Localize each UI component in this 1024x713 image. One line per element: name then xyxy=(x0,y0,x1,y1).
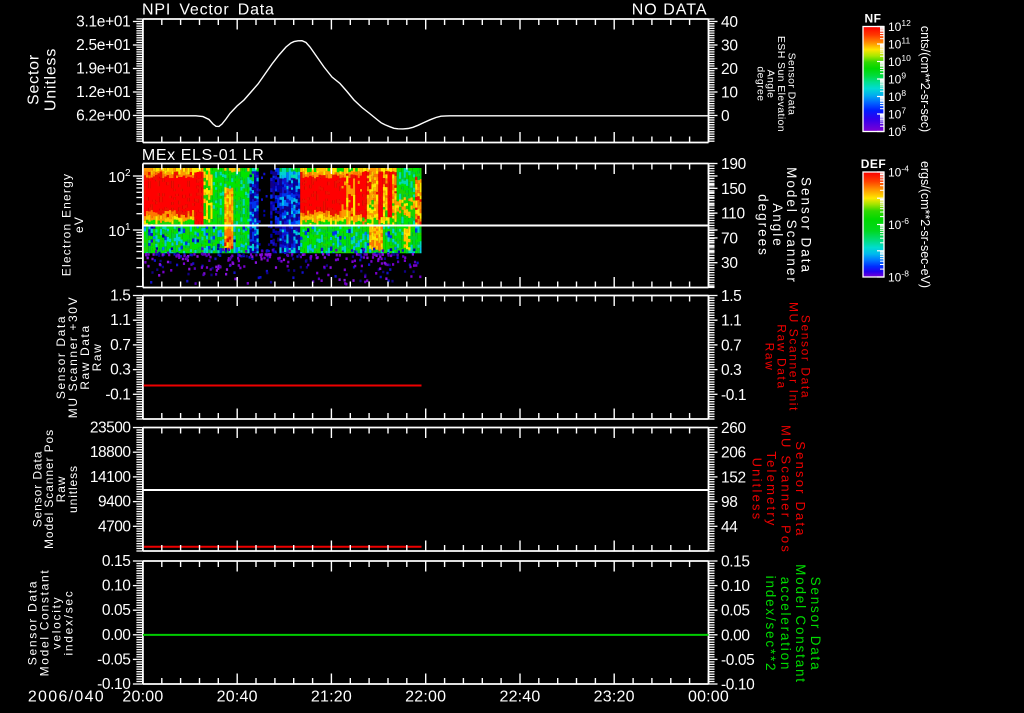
svg-text:DEF: DEF xyxy=(861,157,887,171)
svg-text:Angle: Angle xyxy=(770,203,785,248)
svg-text:0.05: 0.05 xyxy=(102,602,131,619)
svg-text:20:40: 20:40 xyxy=(217,689,258,706)
svg-text:206: 206 xyxy=(721,445,746,462)
svg-text:-0.05: -0.05 xyxy=(721,652,754,669)
svg-text:0.7: 0.7 xyxy=(110,337,130,354)
svg-text:1.1: 1.1 xyxy=(721,313,741,330)
svg-text:190: 190 xyxy=(721,156,747,173)
svg-text:Sector: Sector xyxy=(26,54,43,105)
svg-text:98: 98 xyxy=(721,494,737,511)
svg-text:1.5: 1.5 xyxy=(110,288,130,305)
svg-text:-0.1: -0.1 xyxy=(721,387,746,404)
svg-text:Telemetry: Telemetry xyxy=(764,451,779,527)
svg-text:70: 70 xyxy=(721,230,738,247)
svg-text:Unitless: Unitless xyxy=(43,48,60,111)
svg-text:index/sec**2: index/sec**2 xyxy=(763,576,778,673)
svg-text:30: 30 xyxy=(721,255,738,272)
svg-text:0.3: 0.3 xyxy=(721,362,741,379)
svg-text:2006/040: 2006/040 xyxy=(28,689,105,706)
svg-text:0.3: 0.3 xyxy=(110,362,130,379)
svg-text:cnts/(cm**2-sr-sec): cnts/(cm**2-sr-sec) xyxy=(918,26,932,132)
svg-text:9400: 9400 xyxy=(98,494,131,511)
svg-text:20:00: 20:00 xyxy=(122,689,163,706)
svg-text:unitless: unitless xyxy=(66,465,80,513)
svg-text:30: 30 xyxy=(721,38,738,55)
svg-text:44: 44 xyxy=(721,519,738,536)
svg-text:0: 0 xyxy=(721,108,730,125)
svg-text:degree: degree xyxy=(754,66,766,101)
svg-text:2.5e+01: 2.5e+01 xyxy=(76,37,130,54)
svg-text:22:40: 22:40 xyxy=(499,689,540,706)
svg-text:eV: eV xyxy=(72,216,86,233)
svg-text:110: 110 xyxy=(721,206,745,223)
svg-text:Sensor Data: Sensor Data xyxy=(799,177,814,274)
svg-text:degrees: degrees xyxy=(756,194,771,257)
svg-text:00:00: 00:00 xyxy=(688,689,729,706)
svg-text:acceleration: acceleration xyxy=(778,577,793,671)
svg-text:14100: 14100 xyxy=(90,469,131,486)
svg-text:-0.1: -0.1 xyxy=(105,386,130,403)
svg-text:0.00: 0.00 xyxy=(102,627,131,644)
svg-text:1.2e+01: 1.2e+01 xyxy=(76,84,130,101)
svg-text:Sensor Data: Sensor Data xyxy=(793,441,808,537)
svg-text:NPI Vector Data: NPI Vector Data xyxy=(142,2,275,19)
svg-text:21:20: 21:20 xyxy=(311,689,352,706)
svg-text:4700: 4700 xyxy=(98,518,131,535)
svg-text:Sensor Data: Sensor Data xyxy=(808,577,823,672)
svg-text:1.9e+01: 1.9e+01 xyxy=(76,61,130,78)
svg-text:NF: NF xyxy=(865,12,882,26)
svg-text:152: 152 xyxy=(721,469,746,486)
svg-text:1.5: 1.5 xyxy=(721,288,741,305)
svg-text:ergs/(cm**2-sr-sec-eV): ergs/(cm**2-sr-sec-eV) xyxy=(918,161,932,288)
svg-text:MEx ELS-01 LR: MEx ELS-01 LR xyxy=(142,147,265,164)
svg-text:6.2e+00: 6.2e+00 xyxy=(76,108,131,125)
svg-text:23:20: 23:20 xyxy=(594,689,635,706)
svg-text:0.00: 0.00 xyxy=(721,627,750,644)
svg-text:Raw: Raw xyxy=(90,343,104,372)
svg-text:20: 20 xyxy=(721,61,738,78)
svg-text:18800: 18800 xyxy=(90,444,131,461)
svg-text:22:00: 22:00 xyxy=(405,689,446,706)
svg-text:Model Scanner: Model Scanner xyxy=(784,167,799,284)
svg-text:-0.05: -0.05 xyxy=(97,651,130,668)
svg-text:0.10: 0.10 xyxy=(102,578,131,595)
svg-text:MU Scanner Pos: MU Scanner Pos xyxy=(779,425,794,554)
svg-text:Model Constant: Model Constant xyxy=(793,564,808,684)
svg-text:23500: 23500 xyxy=(90,420,131,437)
svg-text:150: 150 xyxy=(721,181,747,198)
svg-text:index/sec: index/sec xyxy=(62,590,76,656)
svg-text:0.7: 0.7 xyxy=(721,337,741,354)
svg-text:0.15: 0.15 xyxy=(721,554,750,571)
svg-text:0.15: 0.15 xyxy=(102,553,131,570)
svg-text:10: 10 xyxy=(721,85,738,102)
svg-text:0.05: 0.05 xyxy=(721,603,750,620)
svg-text:0.10: 0.10 xyxy=(721,578,750,595)
svg-text:40: 40 xyxy=(721,14,738,31)
svg-text:1.1: 1.1 xyxy=(110,312,130,329)
svg-text:Raw: Raw xyxy=(763,343,777,372)
svg-text:260: 260 xyxy=(721,420,746,437)
svg-text:3.1e+01: 3.1e+01 xyxy=(76,14,130,31)
svg-text:Unitless: Unitless xyxy=(750,458,765,522)
svg-text:NO DATA: NO DATA xyxy=(632,2,708,19)
